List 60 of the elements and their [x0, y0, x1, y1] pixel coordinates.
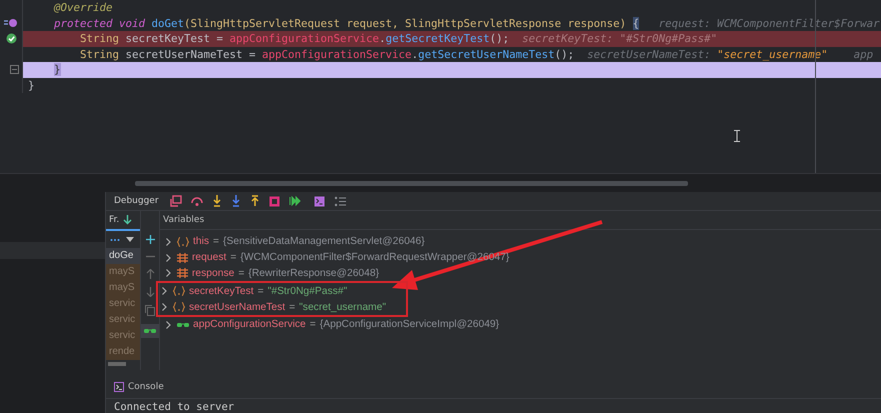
text-cursor-icon: [734, 130, 740, 142]
stack-frame[interactable]: servic: [106, 312, 140, 328]
stack-frame[interactable]: servic: [106, 296, 140, 312]
variable-name: response: [192, 268, 234, 279]
step-out-icon[interactable]: [250, 195, 260, 207]
stack-frame[interactable]: doGe: [106, 248, 140, 264]
equals-sign: =: [289, 302, 296, 313]
force-step-into-icon[interactable]: [230, 195, 241, 207]
variable-name: secretKeyTest: [189, 286, 254, 297]
list-settings-icon[interactable]: [334, 196, 346, 206]
copy-icon[interactable]: [145, 305, 155, 316]
breakpoint-check-icon[interactable]: [6, 33, 16, 44]
console-tab[interactable]: Console: [128, 382, 164, 392]
plus-icon[interactable]: [146, 235, 154, 244]
equals-sign: =: [310, 319, 316, 330]
stack-frame[interactable]: servic: [106, 328, 140, 344]
variables-tab[interactable]: Variables: [160, 211, 881, 230]
step-into-icon[interactable]: [212, 195, 222, 207]
equals-sign: =: [213, 236, 220, 248]
equals-sign: =: [230, 252, 236, 264]
variable-value: {SensitiveDataManagementServlet@26046}: [223, 236, 425, 248]
console-icon[interactable]: [114, 382, 124, 392]
stack-frame[interactable]: mayS: [106, 280, 140, 296]
equals-sign: =: [258, 286, 264, 297]
code-line: @Override: [52, 0, 113, 16]
method-breakpoint-icon[interactable]: [4, 18, 18, 28]
download-arrow-icon[interactable]: [123, 215, 132, 225]
console-output: Connected to server: [113, 400, 236, 413]
code-line: String secretKeyTest = appConfigurationService.getSecretKeyTest(); secretKeyTest: "#Str0Ng#Pass#": [79, 31, 718, 46]
expand-chevron-icon[interactable]: [166, 320, 171, 329]
equals-sign: =: [238, 268, 244, 279]
scrollbar-thumb[interactable]: [135, 181, 688, 186]
code-line: String secretUserNameTest = appConfigurationService.getSecretUserNameTest(); secretUserNameTest: "secret_username" app: [79, 46, 874, 62]
watches-button[interactable]: [141, 324, 159, 338]
variable-value: "secret_username": [299, 302, 386, 313]
fold-icon[interactable]: [10, 65, 18, 74]
debugger-title: Debugger: [114, 196, 159, 206]
stack-frame[interactable]: rende: [106, 344, 140, 360]
down-arrow-icon[interactable]: [146, 287, 154, 297]
variable-name: appConfigurationService: [193, 319, 306, 330]
variable-name: this: [193, 236, 210, 248]
more-icon[interactable]: [110, 238, 120, 242]
resume-icon[interactable]: [288, 196, 301, 206]
step-over-icon[interactable]: [190, 195, 203, 207]
variable-value: "#Str0Ng#Pass#": [268, 286, 348, 297]
up-arrow-icon[interactable]: [146, 269, 154, 279]
frames-tab[interactable]: Fr.: [109, 215, 120, 225]
restore-layout-icon[interactable]: [170, 195, 182, 207]
variable-name: request: [192, 252, 226, 264]
variable-value: {RewriterResponse@26048}: [248, 268, 380, 279]
terminal-icon[interactable]: [314, 196, 325, 206]
code-line: protected void doGet(SlingHttpServletRequest request, SlingHttpServletResponse response) { request: WCMComponentFilter$Forwar: [53, 16, 880, 31]
stop-icon[interactable]: [268, 196, 280, 206]
variable-name: secretUserNameTest: [189, 302, 286, 313]
glasses-icon: [144, 328, 156, 334]
scrollbar-thumb[interactable]: [108, 362, 126, 366]
dropdown-caret-icon[interactable]: [126, 237, 134, 242]
stack-frame[interactable]: mayS: [106, 264, 140, 280]
code-line: }: [27, 78, 35, 93]
variable-value: {AppConfigurationServiceImpl@26049}: [320, 319, 500, 330]
